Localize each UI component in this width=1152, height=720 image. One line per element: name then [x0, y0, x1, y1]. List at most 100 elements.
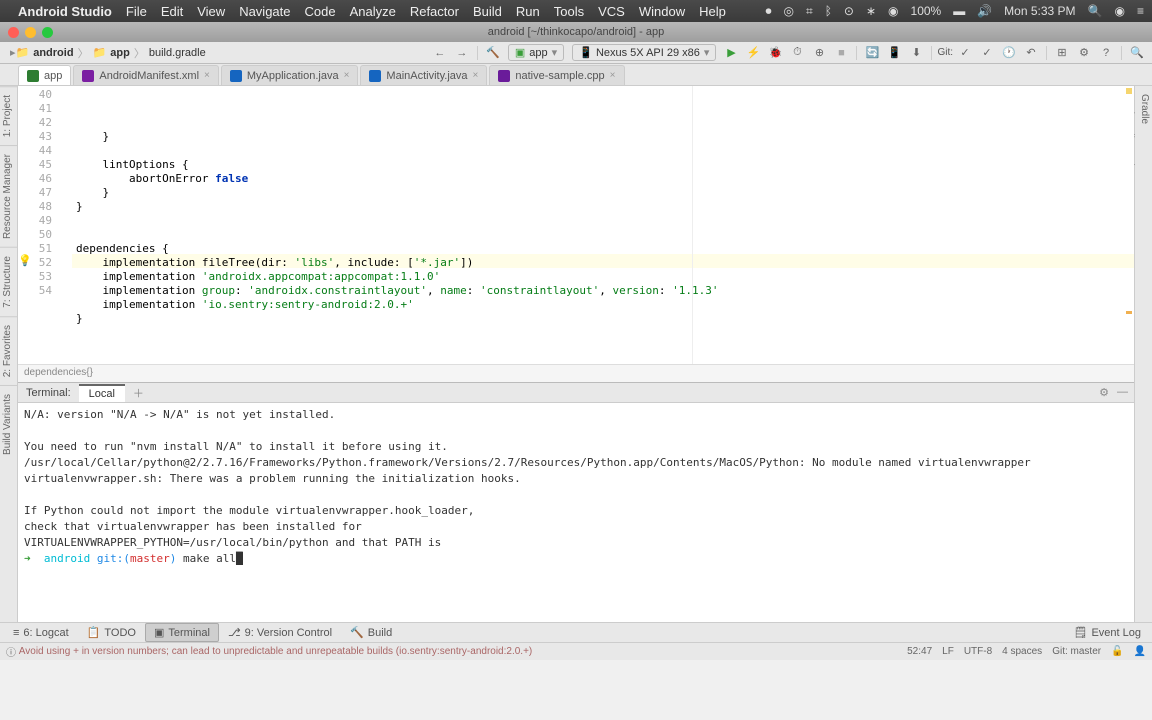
- back-button[interactable]: ←: [430, 44, 450, 62]
- project-structure-button[interactable]: ⊞: [1052, 44, 1072, 62]
- sync-gradle-button[interactable]: 🔄: [862, 44, 882, 62]
- search-everywhere-button[interactable]: 🔍: [1127, 44, 1147, 62]
- git-update-button[interactable]: ✓: [955, 44, 975, 62]
- menu-tools[interactable]: Tools: [554, 4, 584, 19]
- menu-edit[interactable]: Edit: [161, 4, 183, 19]
- version-control-tab[interactable]: ⎇ 9: Version Control: [219, 623, 341, 642]
- menu-view[interactable]: View: [197, 4, 225, 19]
- siri-icon[interactable]: ◉: [1115, 4, 1125, 18]
- git-branch[interactable]: Git: master: [1052, 646, 1101, 657]
- screencast-icon[interactable]: ⏺: [765, 4, 771, 19]
- sdk-manager-button[interactable]: ⬇: [906, 44, 926, 62]
- run-config-selector[interactable]: ▣ app ▾: [508, 44, 564, 61]
- indent-setting[interactable]: 4 spaces: [1002, 646, 1042, 657]
- terminal-header: Terminal: Local ＋ ⚙ —: [18, 383, 1134, 403]
- volume-icon[interactable]: 🔊: [977, 4, 992, 18]
- help-button[interactable]: ?: [1096, 44, 1116, 62]
- breadcrumb[interactable]: ▸📁 android 〉 📁 app 〉 build.gradle: [4, 45, 212, 61]
- bluetooth-icon[interactable]: ∗: [866, 4, 876, 18]
- menu-window[interactable]: Window: [639, 4, 685, 19]
- spotlight-icon[interactable]: 🔍: [1088, 4, 1103, 18]
- close-tab-icon[interactable]: ×: [610, 70, 616, 81]
- editor-breadcrumb[interactable]: dependencies{}: [18, 364, 1134, 382]
- intention-bulb-icon[interactable]: 💡: [18, 254, 30, 267]
- event-log-tab[interactable]: 🗒 Event Log: [1064, 623, 1148, 642]
- battery-icon[interactable]: ▬: [953, 4, 965, 18]
- side-tab-resource[interactable]: Resource Manager: [0, 145, 17, 247]
- debug-button[interactable]: 🐞: [765, 44, 785, 62]
- menu-help[interactable]: Help: [699, 4, 726, 19]
- close-tab-icon[interactable]: ×: [344, 70, 350, 81]
- maximize-window-button[interactable]: [42, 27, 53, 38]
- clock[interactable]: Mon 5:33 PM: [1004, 4, 1075, 18]
- menu-code[interactable]: Code: [305, 4, 336, 19]
- minimize-window-button[interactable]: [25, 27, 36, 38]
- crumb-file[interactable]: build.gradle: [149, 47, 206, 59]
- status-message: Avoid using + in version numbers; can le…: [19, 646, 532, 657]
- warning-marker[interactable]: [1126, 88, 1132, 94]
- right-tool-stripe: Gradle Device File Explorer: [1134, 86, 1152, 622]
- device-selector[interactable]: 📱 Nexus 5X API 29 x86 ▾: [572, 44, 716, 61]
- menu-vcs[interactable]: VCS: [598, 4, 625, 19]
- wifi-signal-icon[interactable]: ◉: [888, 4, 898, 18]
- menu-refactor[interactable]: Refactor: [410, 4, 459, 19]
- menu-file[interactable]: File: [126, 4, 147, 19]
- side-tab-gradle[interactable]: Gradle: [1137, 86, 1152, 622]
- new-terminal-button[interactable]: ＋: [125, 385, 152, 401]
- side-tab-favorites[interactable]: 2: Favorites: [0, 316, 17, 385]
- battery-percent[interactable]: 100%: [911, 4, 942, 18]
- side-tab-structure[interactable]: 7: Structure: [0, 247, 17, 316]
- caret-position[interactable]: 52:47: [907, 646, 932, 657]
- make-project-button[interactable]: 🔨: [483, 44, 503, 62]
- avd-manager-button[interactable]: 📱: [884, 44, 904, 62]
- profile-button[interactable]: ⏱: [787, 44, 807, 62]
- app-name[interactable]: Android Studio: [18, 4, 112, 19]
- editor-tab-app[interactable]: app: [18, 65, 71, 85]
- git-commit-button[interactable]: ✓: [977, 44, 997, 62]
- readonly-lock-icon[interactable]: 🔓: [1111, 646, 1123, 657]
- editor-tab-native[interactable]: native-sample.cpp×: [489, 65, 624, 85]
- stop-button[interactable]: ■: [831, 44, 851, 62]
- build-tab[interactable]: 🔨 Build: [341, 623, 401, 642]
- close-tab-icon[interactable]: ×: [473, 70, 479, 81]
- terminal-tab-local[interactable]: Local: [79, 384, 125, 402]
- crumb-root[interactable]: android: [33, 47, 73, 59]
- tab-label: MainActivity.java: [386, 70, 467, 82]
- stats-icon[interactable]: ⌗: [806, 4, 813, 19]
- settings-button[interactable]: ⚙: [1074, 44, 1094, 62]
- bt-icon[interactable]: ᛒ: [825, 4, 832, 18]
- terminal-tab[interactable]: ▣ Terminal: [145, 623, 219, 642]
- code-area[interactable]: } lintOptions { abortOnError false } } d…: [72, 86, 1134, 364]
- code-editor[interactable]: 404142434445464748495051525354 💡 } lintO…: [18, 86, 1134, 364]
- status-person-icon[interactable]: 👤: [1134, 646, 1146, 657]
- left-tool-stripe: 1: Project Resource Manager 7: Structure…: [0, 86, 18, 622]
- line-separator[interactable]: LF: [942, 646, 954, 657]
- side-tab-project[interactable]: 1: Project: [0, 86, 17, 145]
- menu-build[interactable]: Build: [473, 4, 502, 19]
- menu-navigate[interactable]: Navigate: [239, 4, 290, 19]
- forward-button[interactable]: →: [452, 44, 472, 62]
- attach-debugger-button[interactable]: ⊕: [809, 44, 829, 62]
- close-tab-icon[interactable]: ×: [204, 70, 210, 81]
- apply-changes-button[interactable]: ⚡: [743, 44, 763, 62]
- editor-tab-myapp[interactable]: MyApplication.java×: [221, 65, 359, 85]
- todo-tab[interactable]: 📋 TODO: [78, 623, 145, 642]
- notifications-icon[interactable]: ≡: [1137, 4, 1144, 18]
- wifi-icon[interactable]: ⊙: [844, 4, 854, 18]
- logcat-tab[interactable]: ≡ 6: Logcat: [4, 624, 78, 642]
- side-tab-build-variants[interactable]: Build Variants: [0, 385, 17, 463]
- sync-icon[interactable]: ◎: [783, 4, 793, 18]
- menu-run[interactable]: Run: [516, 4, 540, 19]
- xml-icon: [82, 70, 94, 82]
- close-window-button[interactable]: [8, 27, 19, 38]
- terminal-output[interactable]: N/A: version "N/A -> N/A" is not yet ins…: [18, 403, 1134, 622]
- run-button[interactable]: ▶: [721, 44, 741, 62]
- editor-tab-manifest[interactable]: AndroidManifest.xml×: [73, 65, 219, 85]
- crumb-module[interactable]: app: [110, 47, 130, 59]
- editor-tab-mainactivity[interactable]: MainActivity.java ×: [360, 65, 487, 85]
- git-history-button[interactable]: 🕐: [999, 44, 1019, 62]
- menu-analyze[interactable]: Analyze: [350, 4, 396, 19]
- terminal-settings-icon[interactable]: ⚙: [1099, 386, 1109, 399]
- file-encoding[interactable]: UTF-8: [964, 646, 992, 657]
- git-revert-button[interactable]: ↶: [1021, 44, 1041, 62]
